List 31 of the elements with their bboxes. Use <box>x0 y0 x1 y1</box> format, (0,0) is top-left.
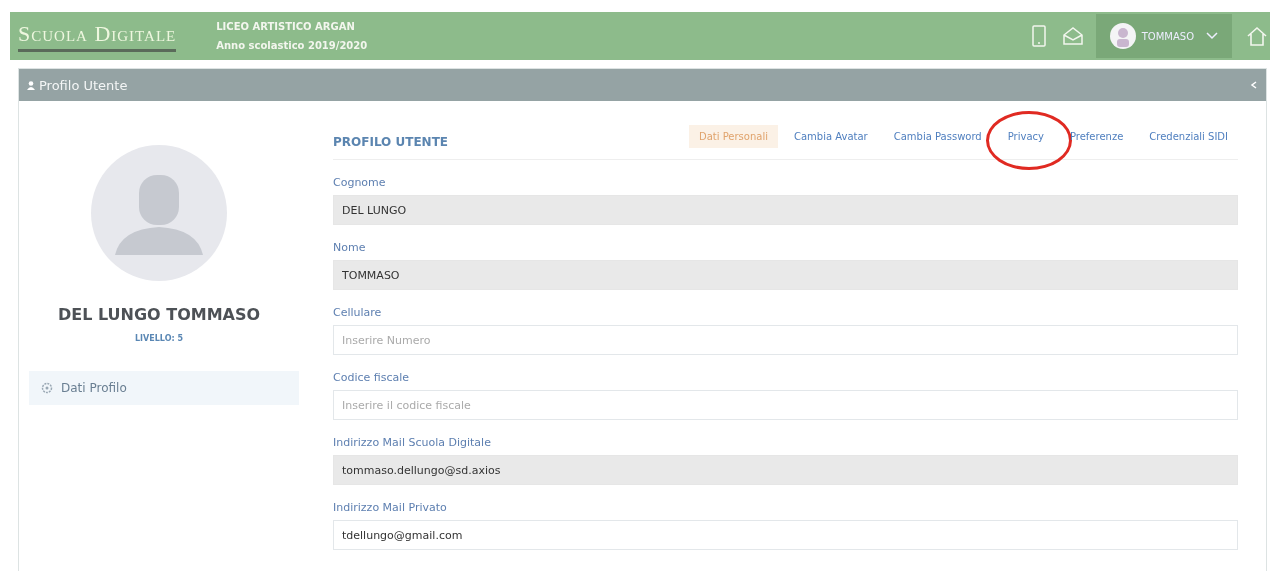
user-name: DEL LUNGO TOMMASO <box>57 305 261 324</box>
sidebar-item[interactable]: Dati Profilo <box>29 371 299 405</box>
input-field[interactable]: Inserire Numero <box>333 325 1238 355</box>
envelope-icon[interactable] <box>1061 25 1084 47</box>
logo: Scuola Digitale <box>18 20 177 52</box>
user-level: LIVELLO: 5 <box>135 334 183 343</box>
field-label: Cellulare <box>333 306 383 319</box>
input-field[interactable]: tdellungo@gmail.com <box>333 520 1238 550</box>
panel-title: Profilo Utente <box>39 77 128 93</box>
field-label: Indirizzo Mail Scuola Digitale <box>333 436 492 449</box>
collapse-icon[interactable] <box>1250 81 1258 89</box>
school-name: LICEO ARTISTICO ARGAN <box>216 21 356 32</box>
tab[interactable]: Credenziali SIDI <box>1139 124 1238 148</box>
tab[interactable]: Privacy <box>997 124 1054 148</box>
home-icon[interactable] <box>1246 25 1268 47</box>
field-label: Nome <box>333 241 367 254</box>
tab[interactable]: Cambia Avatar <box>783 124 878 148</box>
gear-icon <box>41 382 53 394</box>
field-label: Indirizzo Mail Privato <box>333 501 448 514</box>
tab[interactable]: Preferenze <box>1059 124 1134 148</box>
input-field[interactable]: Inserire il codice fiscale <box>333 390 1238 420</box>
tab[interactable]: Cambia Password <box>883 124 992 148</box>
field-label: Cognome <box>333 176 387 189</box>
user-icon <box>27 80 35 90</box>
user-menu[interactable]: TOMMASO <box>1095 14 1232 58</box>
section-title: PROFILO UTENTE <box>333 135 449 149</box>
school-year: Anno scolastico 2019/2020 <box>216 40 368 51</box>
avatar-icon <box>1109 23 1136 49</box>
tablet-icon[interactable] <box>1031 25 1046 47</box>
chevron-down-icon <box>1206 32 1218 40</box>
field-label: Codice fiscale <box>333 371 411 384</box>
